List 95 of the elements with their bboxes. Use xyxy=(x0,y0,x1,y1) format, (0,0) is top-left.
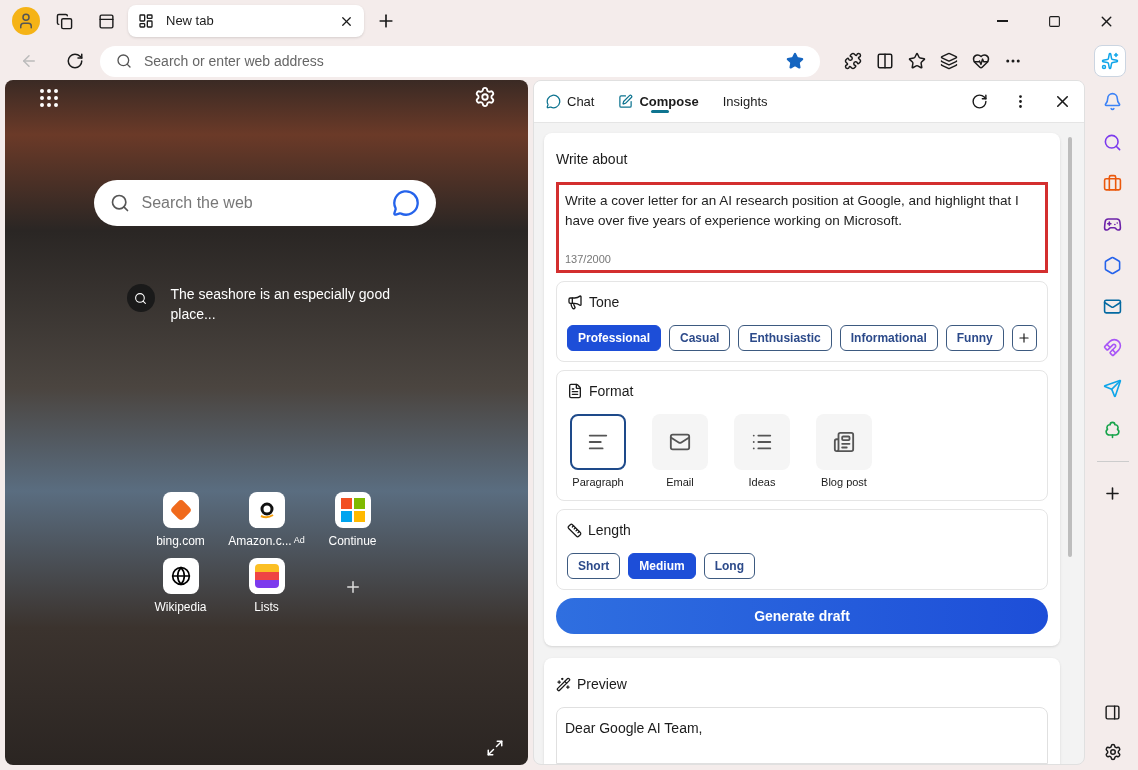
photo-caption[interactable]: The seashore is an especially good place... xyxy=(170,284,401,324)
refresh-icon[interactable] xyxy=(971,93,988,110)
search-icon xyxy=(116,53,132,69)
section-title: Format xyxy=(589,381,634,401)
star-icon[interactable] xyxy=(786,52,804,70)
collections-icon[interactable] xyxy=(940,52,958,70)
format-option[interactable] xyxy=(816,413,872,470)
four-squares-icon xyxy=(340,498,365,522)
site-label: Continue xyxy=(328,533,377,550)
pane-tab[interactable]: Compose xyxy=(618,81,699,122)
hexagon-icon[interactable] xyxy=(1103,256,1122,275)
profile-avatar[interactable] xyxy=(12,7,40,35)
option-chip[interactable]: Casual xyxy=(669,324,731,351)
search-icon[interactable] xyxy=(1103,133,1122,152)
refresh-icon[interactable] xyxy=(66,52,84,70)
pen-square-icon xyxy=(618,94,634,109)
tab-title: New tab xyxy=(166,12,215,31)
panel-layout-icon xyxy=(97,12,115,30)
tree-icon[interactable] xyxy=(1103,420,1122,439)
chat-bubble-icon[interactable] xyxy=(391,189,420,217)
format-option[interactable] xyxy=(652,413,708,470)
address-input[interactable]: Search or enter web address xyxy=(144,50,774,72)
pane-tab[interactable]: Chat xyxy=(546,81,595,122)
format-label: Ideas xyxy=(748,474,776,490)
section-title: Tone xyxy=(589,292,620,312)
person-icon xyxy=(17,12,35,30)
stacked-layers-icon xyxy=(254,564,279,588)
site-tile[interactable] xyxy=(162,492,199,528)
ruler-icon xyxy=(567,523,582,538)
minus-icon xyxy=(996,20,1008,22)
magic-wand-icon xyxy=(556,677,571,692)
section-title: Preview xyxy=(577,675,627,694)
ad-tag: Ad xyxy=(293,534,305,548)
site-tile[interactable] xyxy=(248,558,285,594)
stacked-pages-icon xyxy=(55,12,73,30)
option-chip[interactable]: Funny xyxy=(945,324,1004,351)
format-label: Email xyxy=(666,474,694,490)
apps-grid-icon[interactable] xyxy=(37,86,61,110)
page-icon xyxy=(138,13,154,29)
site-label: Lists xyxy=(254,599,279,616)
option-chip[interactable]: Professional xyxy=(567,324,662,351)
add-tone-button[interactable] xyxy=(1011,324,1037,351)
web-search-input[interactable]: Search the web xyxy=(141,191,380,215)
briefcase-icon[interactable] xyxy=(1103,174,1122,193)
site-label: Amazon.c... xyxy=(228,533,292,550)
scrollbar[interactable] xyxy=(1068,137,1072,557)
heart-pulse-icon[interactable] xyxy=(972,52,990,70)
site-tile[interactable] xyxy=(334,492,371,528)
bell-icon[interactable] xyxy=(1103,92,1122,111)
section-title: Length xyxy=(588,521,631,540)
prompt-field[interactable]: Write a cover letter for an AI research position at Google, and highlight that I have over five years of experience working on Microsoft. xyxy=(565,191,1039,251)
web-search-field[interactable]: Search the web xyxy=(93,180,436,226)
mail-icon[interactable] xyxy=(1103,297,1122,316)
settings-icon[interactable] xyxy=(1103,743,1122,761)
site-tile[interactable] xyxy=(162,558,199,594)
option-chip[interactable]: Enthusiastic xyxy=(738,324,832,351)
settings-icon[interactable] xyxy=(474,86,496,108)
blog-format-icon xyxy=(833,430,855,453)
site-label: bing.com xyxy=(156,533,205,550)
magnet-icon[interactable] xyxy=(1103,338,1122,357)
character-counter: 137/2000 xyxy=(565,252,612,267)
puzzle-icon[interactable] xyxy=(844,52,862,70)
plus-icon xyxy=(1017,330,1032,345)
field-label: Write about xyxy=(556,150,629,169)
square-icon xyxy=(1047,14,1061,28)
sidebar-toggle-icon[interactable] xyxy=(1104,704,1121,721)
search-icon[interactable] xyxy=(126,284,155,312)
add-icon[interactable] xyxy=(1103,484,1122,503)
preview-text: Dear Google AI Team, xyxy=(565,720,703,736)
option-chip[interactable]: Short xyxy=(567,553,621,579)
chat-bubble-icon xyxy=(546,94,561,109)
favorites-icon[interactable] xyxy=(908,52,926,70)
browser-tab[interactable]: New tab xyxy=(128,5,364,37)
site-tile[interactable] xyxy=(248,492,285,528)
format-option[interactable] xyxy=(570,413,626,470)
option-chip[interactable]: Long xyxy=(703,553,755,579)
assistant-button[interactable] xyxy=(1094,45,1126,77)
document-icon xyxy=(567,383,583,399)
generate-button[interactable]: Generate draft xyxy=(556,598,1048,634)
megaphone-icon xyxy=(567,294,583,310)
option-chip[interactable]: Medium xyxy=(628,553,696,579)
pane-tab[interactable]: Insights xyxy=(722,81,768,122)
game-piece-icon[interactable] xyxy=(1103,215,1122,234)
split-screen-icon[interactable] xyxy=(876,52,894,70)
expand-icon[interactable] xyxy=(486,739,504,757)
globe-icon xyxy=(170,566,191,586)
address-field[interactable]: Search or enter web address xyxy=(100,45,820,77)
site-label: Wikipedia xyxy=(154,599,207,616)
magnifier-icon xyxy=(134,291,147,305)
prompt-box[interactable]: Write a cover letter for an AI research position at Google, and highlight that I have over five years of experience working on Microsoft. 137/2000 xyxy=(556,182,1048,273)
format-label: Blog post xyxy=(821,474,867,490)
format-label: Paragraph xyxy=(572,474,624,490)
option-chip[interactable]: Informational xyxy=(839,324,938,351)
search-icon xyxy=(109,193,130,213)
sparkle-icon xyxy=(1101,52,1119,70)
